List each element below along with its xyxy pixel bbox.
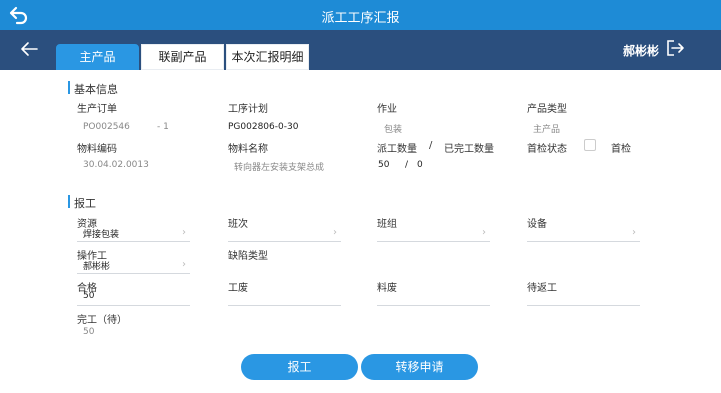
report-button[interactable]: 报工 (241, 354, 358, 380)
material-name-value: 转向器左安装支架总成 (234, 163, 325, 173)
resource-select[interactable]: 焊接包装 › (77, 224, 190, 242)
section-report: 报工 (68, 195, 96, 211)
left-arrow-icon[interactable] (20, 39, 40, 59)
ok-qty-value: 50 (83, 291, 95, 301)
dispatch-qty-value: 50 (378, 160, 390, 170)
logout-icon[interactable] (665, 38, 685, 58)
tab-bar: 主产品 联副产品 本次汇报明细 郝彬彬 (0, 30, 721, 70)
chevron-right-icon: › (482, 227, 486, 238)
complete-pending-value: 50 (83, 327, 95, 337)
transfer-request-button[interactable]: 转移申请 (361, 354, 478, 380)
material-scrap-input[interactable] (377, 288, 490, 306)
defect-type-label: 缺陷类型 (228, 251, 268, 262)
tab-main-product[interactable]: 主产品 (56, 44, 139, 70)
order-value: PO002546 (83, 122, 130, 132)
dispatch-qty-label: 派工数量 (377, 144, 417, 155)
ok-qty-input[interactable]: 50 (77, 288, 190, 306)
user-name: 郝彬彬 (622, 44, 659, 58)
material-name-label: 物料名称 (228, 144, 268, 155)
tab-report-detail[interactable]: 本次汇报明细 (226, 44, 309, 70)
complete-pending-label: 完工（待） (77, 315, 127, 326)
operator-select[interactable]: 郝彬彬 › (77, 256, 190, 274)
first-check-checkbox[interactable] (584, 139, 596, 151)
job-label: 作业 (377, 104, 397, 115)
first-check-label: 首检状态 (527, 144, 567, 155)
plan-label: 工序计划 (228, 104, 268, 115)
resource-value: 焊接包装 (83, 230, 120, 240)
chevron-right-icon: › (632, 227, 636, 238)
qty-slash: / (429, 140, 433, 151)
page-title: 派工工序汇报 (321, 11, 400, 26)
completed-qty-label: 已完工数量 (444, 144, 494, 155)
shift-select[interactable]: › (228, 224, 341, 242)
operator-value: 郝彬彬 (83, 262, 111, 272)
completed-qty-value: 0 (417, 160, 423, 170)
material-code-value: 30.04.02.0013 (83, 160, 149, 170)
tab-by-product[interactable]: 联副产品 (141, 44, 224, 70)
device-select[interactable]: › (527, 224, 640, 242)
chevron-right-icon: › (182, 227, 186, 238)
rework-input[interactable] (527, 288, 640, 306)
order-line: - 1 (157, 122, 169, 132)
order-label: 生产订单 (77, 104, 117, 115)
title-bar: 派工工序汇报 (0, 0, 721, 30)
first-check-text: 首检 (611, 144, 631, 155)
work-scrap-input[interactable] (228, 288, 341, 306)
plan-value: PG002806-0-30 (228, 122, 299, 132)
job-value: 包装 (384, 125, 403, 135)
team-select[interactable]: › (377, 224, 490, 242)
product-type-label: 产品类型 (527, 104, 567, 115)
chevron-right-icon: › (333, 227, 337, 238)
product-type-value: 主产品 (533, 125, 561, 135)
material-code-label: 物料编码 (77, 144, 117, 155)
section-basic-info: 基本信息 (68, 81, 118, 97)
chevron-right-icon: › (182, 259, 186, 270)
qty-value-slash: / (405, 160, 409, 170)
